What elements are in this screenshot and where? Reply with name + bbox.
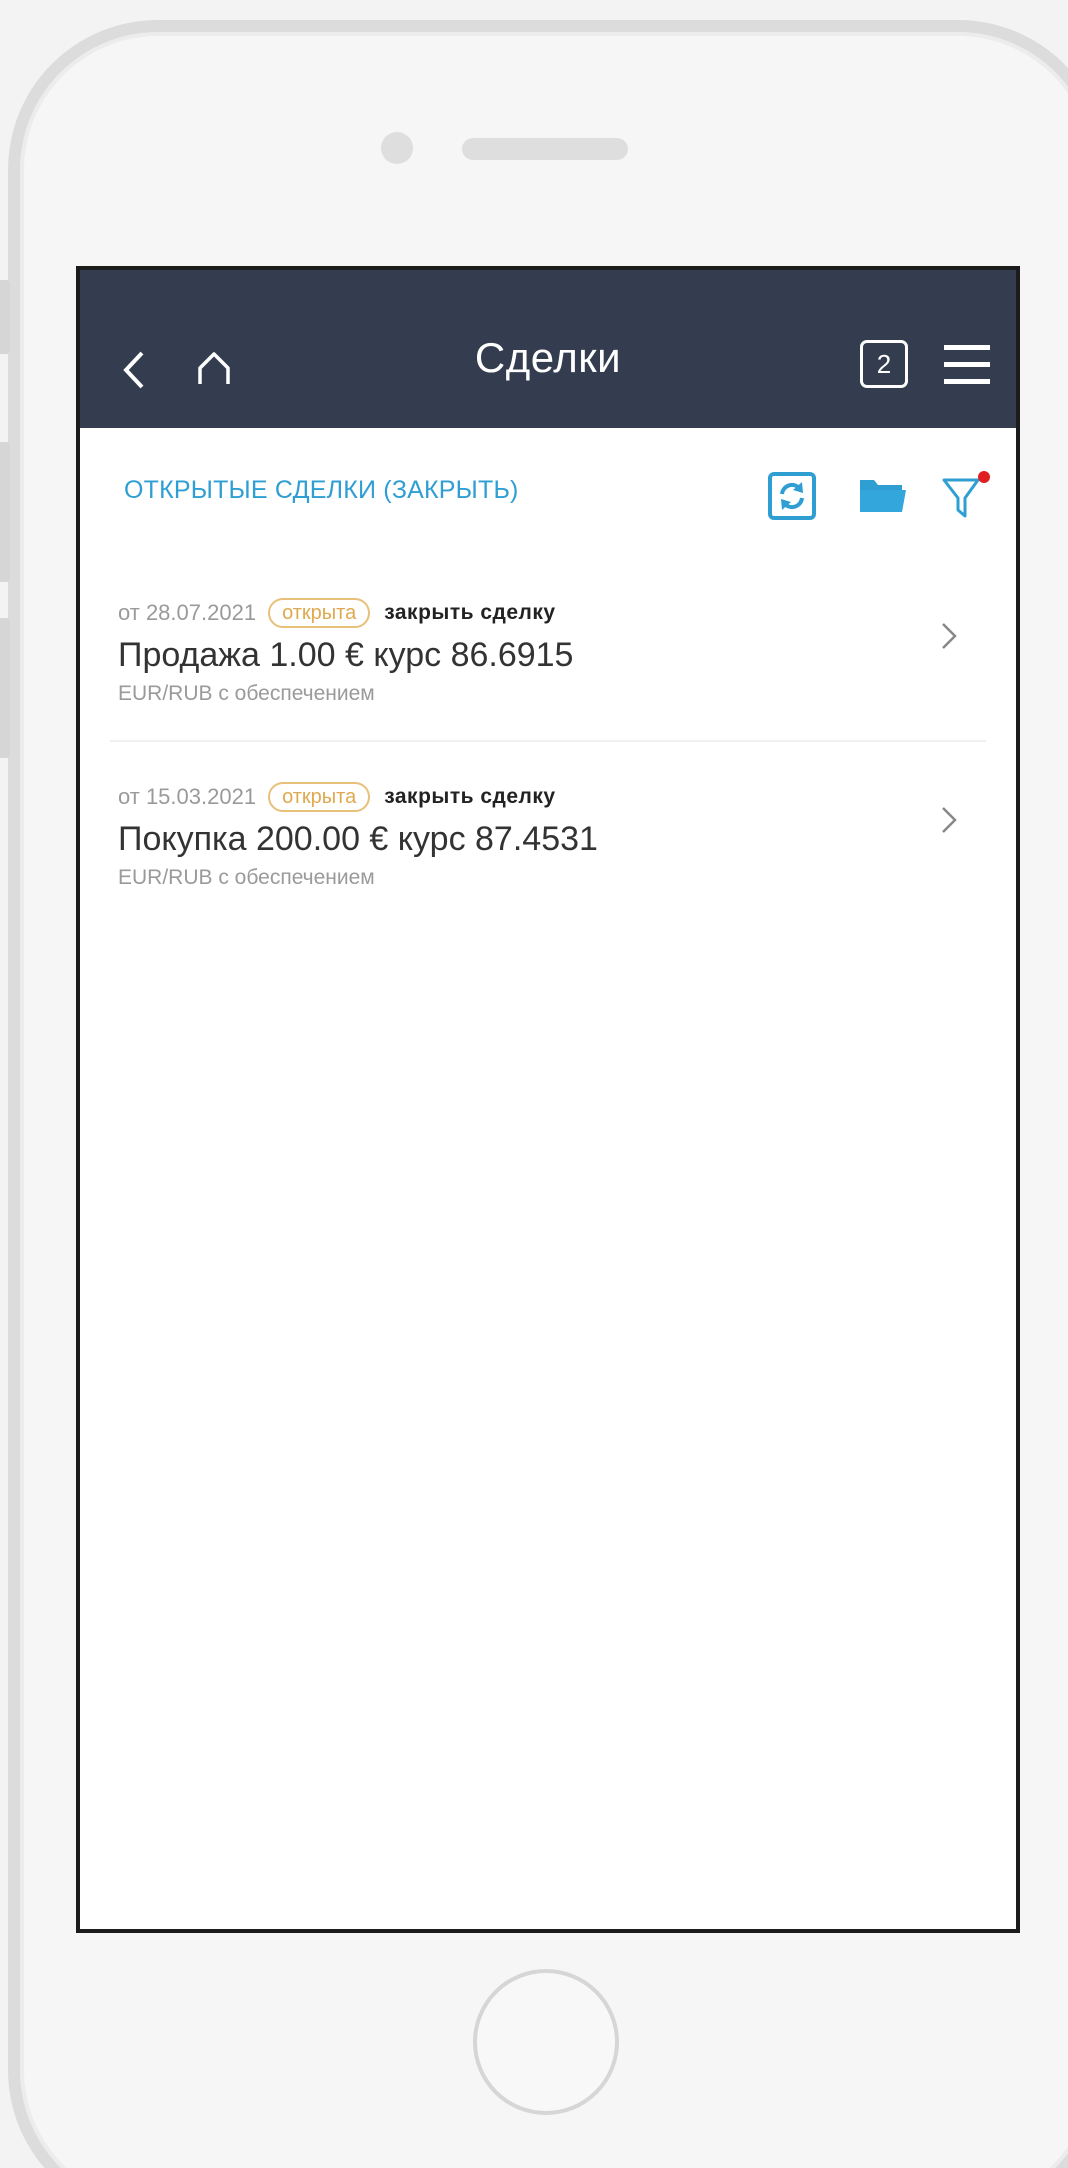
app-header: Сделки 2 <box>80 270 1016 428</box>
deal-item[interactable]: от 15.03.2021 открыта закрыть сделку Пок… <box>110 742 986 926</box>
open-deals-toggle-link[interactable]: ОТКРЫТЫЕ СДЕЛКИ (ЗАКРЫТЬ) <box>124 476 519 505</box>
deal-date: от 15.03.2021 <box>118 784 257 809</box>
deals-toolbar: ОТКРЫТЫЕ СДЕЛКИ (ЗАКРЫТЬ) <box>80 428 1016 558</box>
folder-icon[interactable] <box>858 474 908 514</box>
deal-subtitle: EUR/RUB с обеспечением <box>118 682 375 705</box>
close-deal-link[interactable]: закрыть сделку <box>384 601 555 625</box>
close-deal-link[interactable]: закрыть сделку <box>384 785 555 809</box>
tasks-counter-badge[interactable]: 2 <box>860 340 908 388</box>
chevron-right-icon[interactable] <box>938 618 960 654</box>
phone-volume-down-button <box>0 618 10 758</box>
deal-title: Покупка 200.00 € курс 87.4531 <box>118 820 598 858</box>
refresh-icon[interactable] <box>768 472 816 520</box>
phone-home-button[interactable] <box>473 1969 619 2115</box>
deal-title: Продажа 1.00 € курс 86.6915 <box>118 636 574 674</box>
filter-icon[interactable] <box>940 470 990 524</box>
deal-date: от 28.07.2021 <box>118 600 257 625</box>
deal-meta: от 28.07.2021 открыта закрыть сделку <box>118 598 556 628</box>
phone-camera <box>381 132 413 164</box>
chevron-right-icon[interactable] <box>938 802 960 838</box>
status-badge: открыта <box>268 598 371 628</box>
status-badge: открыта <box>268 782 371 812</box>
phone-speaker <box>462 138 628 160</box>
deal-meta: от 15.03.2021 открыта закрыть сделку <box>118 782 556 812</box>
phone-side-button <box>0 280 10 354</box>
deal-item[interactable]: от 28.07.2021 открыта закрыть сделку Про… <box>110 558 986 742</box>
phone-volume-up-button <box>0 442 10 582</box>
hamburger-menu-icon[interactable] <box>942 342 992 388</box>
app-screen: Сделки 2 ОТКРЫТЫЕ СДЕЛКИ (ЗАКРЫТЬ) от 28… <box>76 266 1020 1933</box>
deal-subtitle: EUR/RUB с обеспечением <box>118 866 375 889</box>
deals-list: от 28.07.2021 открыта закрыть сделку Про… <box>80 558 1016 926</box>
